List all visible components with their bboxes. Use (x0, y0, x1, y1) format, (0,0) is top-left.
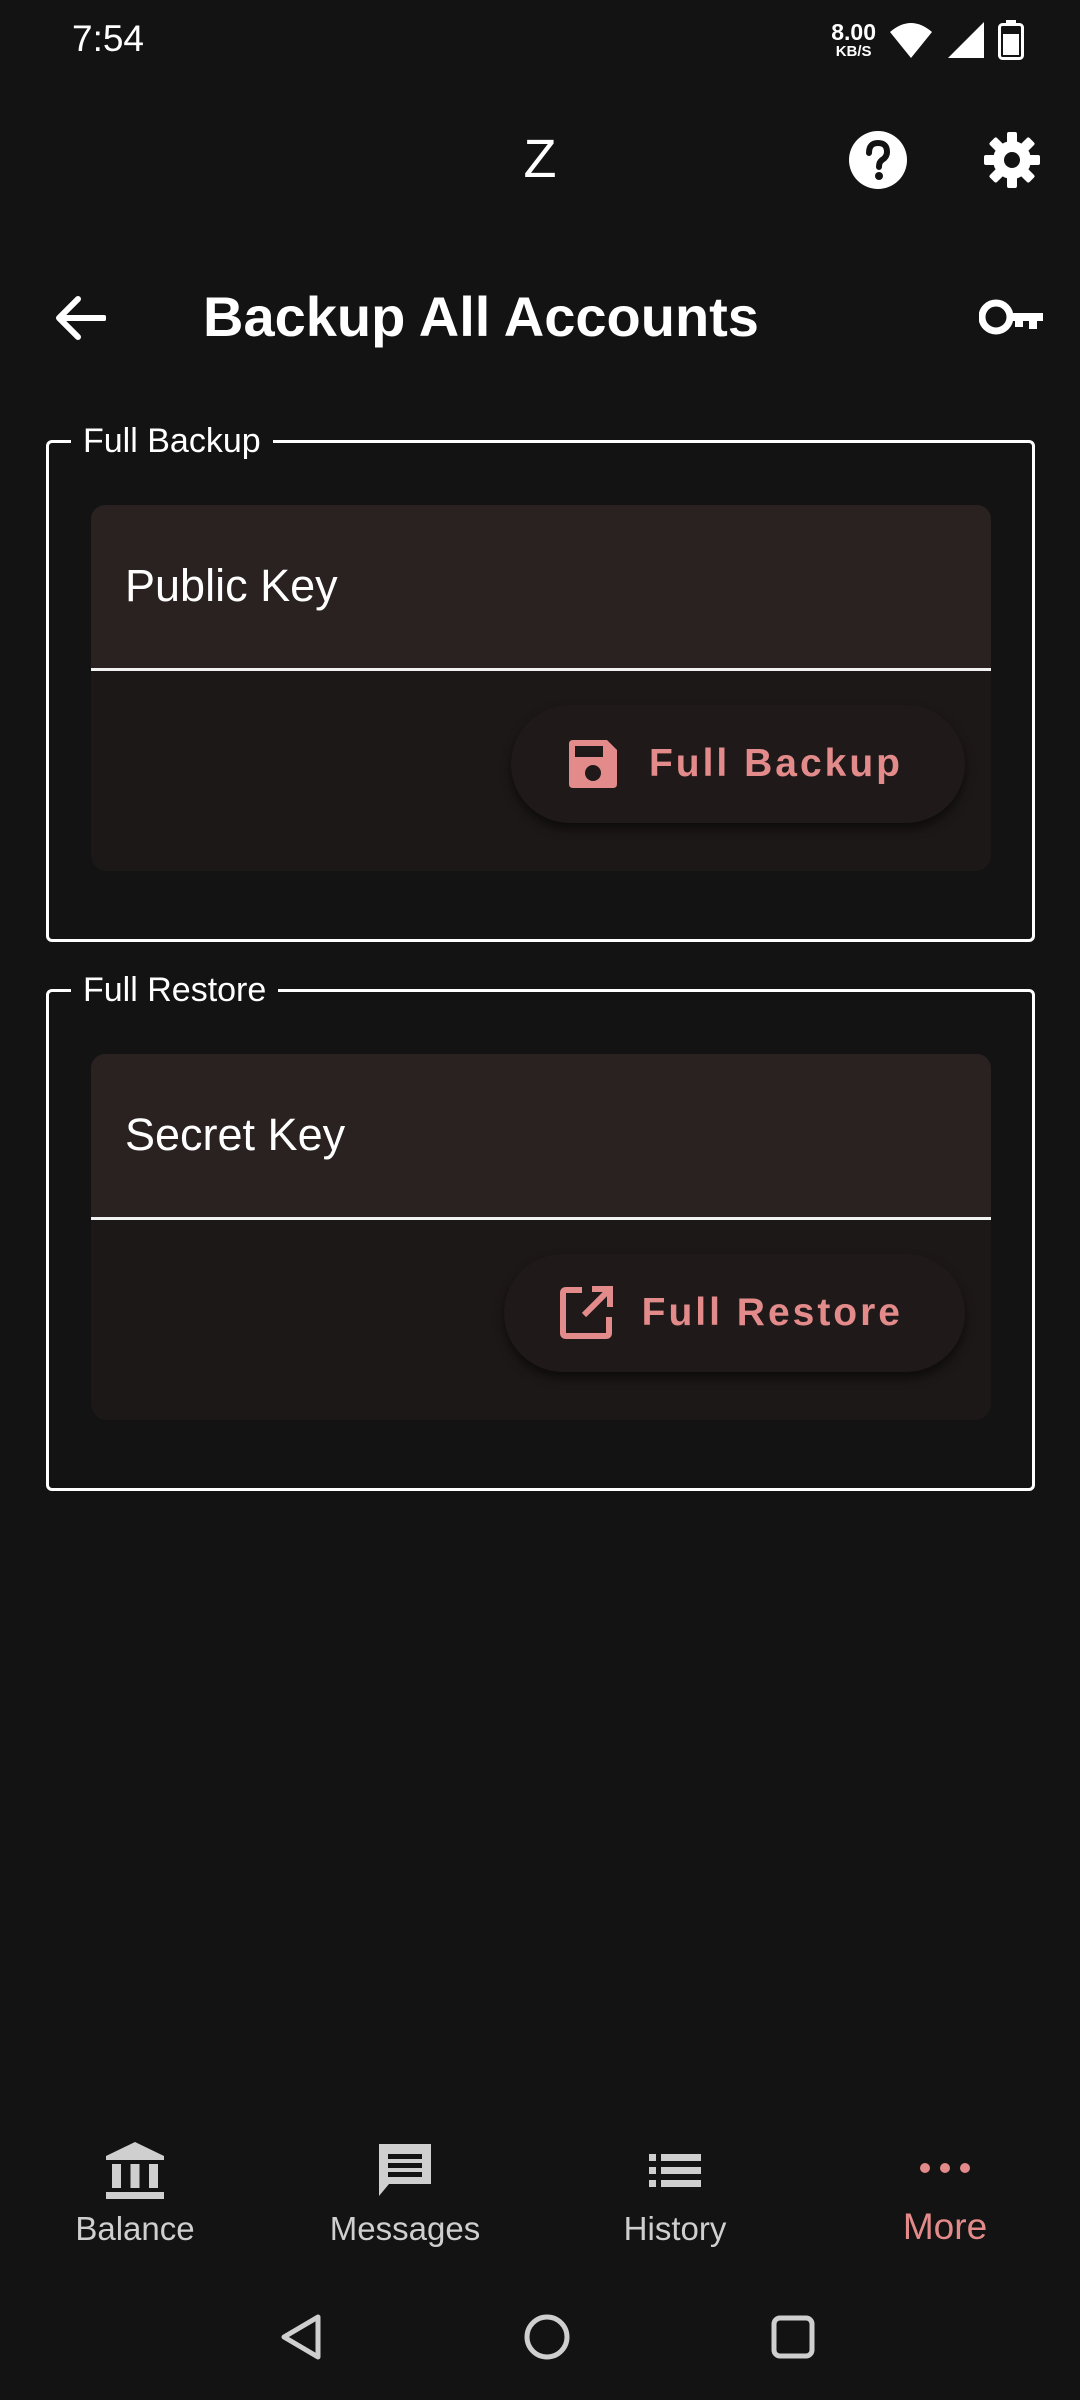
bottom-nav: Balance Messages History More (0, 2120, 1080, 2270)
system-home-icon[interactable] (522, 2312, 572, 2362)
full-backup-group: Full Backup Public Key Full Backup (46, 419, 1035, 942)
back-arrow-icon (56, 296, 106, 340)
nav-label-history: History (623, 2210, 727, 2247)
save-icon (568, 740, 617, 788)
more-dots-icon (920, 2163, 970, 2173)
app-title: Z (523, 129, 557, 189)
wifi-icon (890, 23, 932, 58)
signal-icon (948, 22, 984, 58)
network-speed: 8.00 KB/S (831, 19, 876, 60)
page-title: Backup All Accounts (203, 285, 759, 348)
full-backup-button-label: Full Backup (648, 742, 903, 785)
system-recents-icon[interactable] (770, 2314, 816, 2360)
nav-label-messages: Messages (329, 2210, 481, 2247)
full-restore-legend: Full Restore (71, 968, 279, 1012)
full-backup-card: Public Key Full Backup (91, 505, 991, 871)
full-restore-card: Secret Key Full Restore (91, 1054, 991, 1420)
secret-key-field[interactable]: Secret Key (91, 1054, 991, 1220)
public-key-placeholder: Public Key (125, 560, 338, 611)
key-icon (979, 299, 1043, 335)
full-restore-button-label: Full Restore (641, 1291, 903, 1334)
nav-label-balance: Balance (75, 2210, 195, 2247)
network-speed-unit: KB/S (835, 43, 872, 60)
full-restore-button[interactable]: Full Restore (503, 1254, 965, 1372)
nav-item-messages[interactable]: Messages (285, 2140, 525, 2248)
public-key-field[interactable]: Public Key (91, 505, 991, 671)
nav-label-more: More (902, 2206, 988, 2247)
status-icons: 8.00 KB/S (831, 18, 1024, 62)
nav-item-history[interactable]: History (555, 2140, 795, 2248)
status-bar: 7:54 8.00 KB/S (0, 0, 1080, 80)
battery-icon (998, 20, 1024, 60)
key-button[interactable] (978, 294, 1046, 340)
nav-item-balance[interactable]: Balance (15, 2140, 255, 2248)
status-time: 7:54 (72, 18, 145, 59)
system-nav-bar (0, 2290, 1080, 2380)
settings-icon (984, 132, 1040, 188)
full-backup-button[interactable]: Full Backup (510, 705, 965, 823)
bank-icon (106, 2142, 164, 2199)
help-button[interactable] (846, 128, 910, 192)
network-speed-value: 8.00 (831, 19, 876, 45)
help-icon (849, 131, 907, 189)
full-restore-group: Full Restore Secret Key Full Restore (46, 968, 1035, 1491)
full-backup-legend: Full Backup (71, 419, 273, 463)
settings-button[interactable] (980, 128, 1044, 192)
nav-item-more[interactable]: More (825, 2140, 1065, 2248)
screen: 7:54 8.00 KB/S Z Backup All Accounts Ful… (0, 0, 1080, 2400)
open-in-new-icon (559, 1286, 613, 1339)
list-icon (649, 2154, 701, 2187)
secret-key-placeholder: Secret Key (125, 1109, 346, 1160)
system-back-icon[interactable] (278, 2312, 324, 2362)
back-button[interactable] (50, 290, 110, 346)
message-icon (379, 2144, 431, 2196)
